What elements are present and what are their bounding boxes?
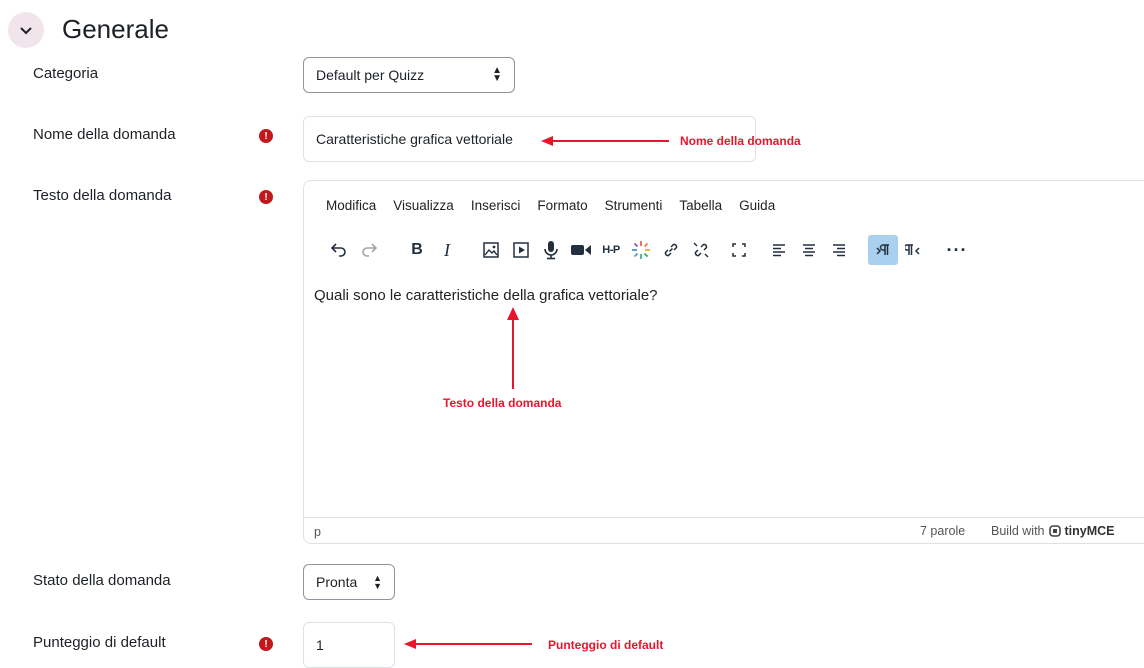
rtl-button[interactable] — [898, 235, 928, 265]
category-label: Categoria — [33, 65, 99, 82]
unlink-icon — [693, 242, 709, 258]
sparkle-icon — [632, 241, 650, 259]
annotation-text: Testo della domanda — [443, 396, 562, 410]
arrow-left-icon — [404, 639, 532, 649]
default-score-input[interactable]: 1 — [303, 622, 395, 668]
menu-strumenti[interactable]: Strumenti — [605, 198, 663, 213]
status-label: Stato della domanda — [33, 572, 171, 589]
h5p-button[interactable]: H-P — [596, 235, 626, 265]
question-name-value: Caratteristiche grafica vettoriale — [316, 131, 513, 147]
menu-visualizza[interactable]: Visualizza — [393, 198, 454, 213]
microphone-icon — [544, 241, 558, 260]
italic-button[interactable]: I — [432, 235, 462, 265]
name-label: Nome della domanda — [33, 126, 176, 143]
redo-icon — [362, 243, 377, 257]
editor-content[interactable]: Quali sono le caratteristiche della graf… — [314, 287, 658, 304]
redo-button[interactable] — [354, 235, 384, 265]
chevron-down-icon — [20, 26, 32, 34]
align-left-icon — [773, 244, 785, 257]
arrow-left-icon — [541, 136, 669, 146]
editor-toolbar: B I H-P ··· — [324, 235, 972, 265]
arrow-up-icon — [507, 307, 519, 389]
tinymce-brand: tinyMCE — [1064, 524, 1115, 538]
status-select[interactable]: Pronta ▲ ▼ — [303, 564, 395, 600]
record-video-button[interactable] — [566, 235, 596, 265]
h5p-icon: H-P — [602, 244, 620, 256]
word-count: 7 parole — [920, 524, 966, 538]
element-path[interactable]: p — [314, 525, 321, 539]
ltr-button[interactable] — [868, 235, 898, 265]
powered-by[interactable]: Build with tinyMCE — [991, 524, 1115, 538]
editor-statusbar: p 7 parole Build with tinyMCE — [304, 517, 1144, 543]
score-label: Punteggio di default — [33, 634, 166, 651]
text-label: Testo della domanda — [33, 187, 172, 204]
category-select-value: Default per Quizz — [316, 67, 425, 83]
paragraph-ltr-icon — [876, 244, 889, 255]
bold-button[interactable]: B — [402, 235, 432, 265]
more-button[interactable]: ··· — [942, 235, 972, 265]
required-icon: ! — [259, 637, 273, 651]
select-arrows-icon: ▲ ▼ — [373, 573, 382, 591]
build-with-label: Build with — [991, 524, 1045, 538]
fullscreen-icon — [732, 243, 746, 257]
align-left-button[interactable] — [764, 235, 794, 265]
required-icon: ! — [259, 129, 273, 143]
media-button[interactable] — [506, 235, 536, 265]
media-icon — [513, 242, 529, 258]
video-camera-icon — [571, 245, 591, 255]
bold-icon: B — [411, 241, 423, 258]
align-center-icon — [803, 244, 815, 257]
category-select[interactable]: Default per Quizz ▲ ▼ — [303, 57, 515, 93]
italic-icon: I — [444, 239, 450, 260]
annotation-score: Punteggio di default — [548, 638, 664, 652]
fullscreen-button[interactable] — [724, 235, 754, 265]
select-arrows-icon: ▲ ▼ — [492, 65, 502, 84]
undo-button[interactable] — [324, 235, 354, 265]
collapse-toggle[interactable] — [8, 12, 44, 48]
annotation-name: Nome della domanda — [680, 134, 801, 148]
required-icon: ! — [259, 190, 273, 204]
unlink-button[interactable] — [686, 235, 716, 265]
align-right-icon — [833, 244, 845, 257]
link-button[interactable] — [656, 235, 686, 265]
image-button[interactable] — [476, 235, 506, 265]
tinymce-logo-icon — [1048, 525, 1061, 537]
more-icon: ··· — [946, 239, 968, 260]
paragraph-rtl-icon — [905, 244, 920, 255]
menu-modifica[interactable]: Modifica — [326, 198, 376, 213]
link-icon — [664, 243, 678, 257]
menu-tabella[interactable]: Tabella — [679, 198, 722, 213]
menu-formato[interactable]: Formato — [537, 198, 587, 213]
status-select-value: Pronta — [316, 574, 358, 590]
record-audio-button[interactable] — [536, 235, 566, 265]
rich-text-editor[interactable]: Modifica Visualizza Inserisci Formato St… — [303, 180, 1144, 544]
align-center-button[interactable] — [794, 235, 824, 265]
undo-icon — [331, 243, 346, 257]
image-icon — [483, 242, 499, 258]
generative-ai-button[interactable] — [626, 235, 656, 265]
section-title: Generale — [62, 14, 169, 44]
editor-menubar: Modifica Visualizza Inserisci Formato St… — [326, 198, 775, 213]
menu-inserisci[interactable]: Inserisci — [471, 198, 521, 213]
menu-guida[interactable]: Guida — [739, 198, 775, 213]
default-score-value: 1 — [316, 637, 324, 653]
align-right-button[interactable] — [824, 235, 854, 265]
